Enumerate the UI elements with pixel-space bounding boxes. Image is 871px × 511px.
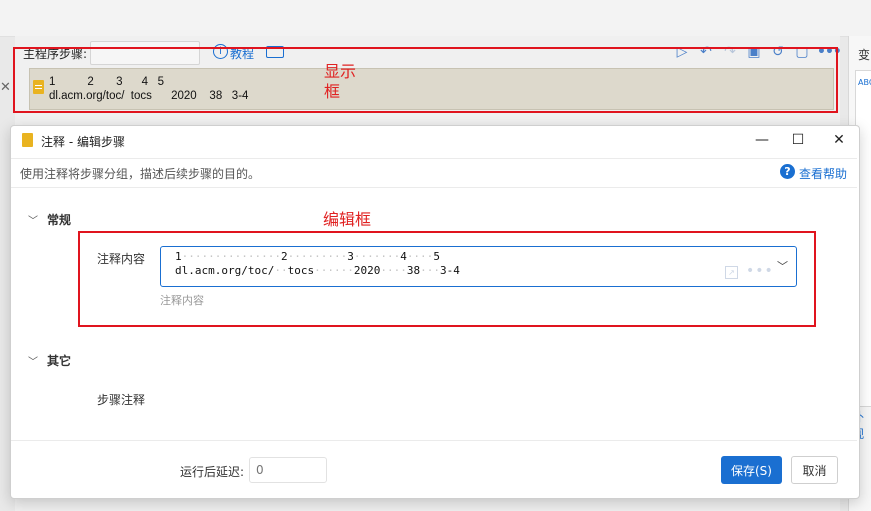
top-strip — [0, 0, 871, 37]
close-icon[interactable]: ✕ — [0, 80, 11, 95]
chevron-down-icon[interactable]: ﹀ — [28, 353, 38, 368]
dialog-description: 使用注释将步骤分组，描述后续步骤的目的。 — [20, 167, 261, 181]
dialog-title: 注释 - 编辑步骤 — [41, 135, 125, 149]
cancel-button[interactable]: 取消 — [791, 456, 838, 484]
dialog-document-icon — [22, 133, 33, 147]
maximize-button[interactable]: ☐ — [789, 131, 807, 149]
save-button[interactable]: 保存(S) — [721, 456, 782, 484]
edit-annotation-label: 编辑框 — [323, 210, 372, 229]
right-panel-abc: ABC — [858, 78, 871, 87]
delay-label: 运行后延迟: — [180, 465, 245, 479]
display-annotation-label: 显示 框 — [324, 62, 356, 102]
display-annotation-box — [13, 47, 838, 113]
display-annotation-line1: 显示 — [324, 62, 357, 81]
section-other-title[interactable]: 其它 — [47, 352, 71, 369]
footer-divider — [11, 440, 857, 441]
section-general-title[interactable]: 常规 — [47, 211, 71, 228]
minimize-button[interactable]: — — [753, 131, 771, 149]
display-annotation-line2: 框 — [324, 82, 341, 101]
delay-input[interactable] — [249, 457, 327, 483]
chevron-down-icon[interactable]: ﹀ — [28, 212, 38, 227]
header-divider — [11, 158, 857, 159]
description-divider — [11, 187, 857, 188]
help-icon[interactable]: ? — [780, 164, 795, 179]
step-note-label: 步骤注释 — [97, 393, 146, 407]
dialog-close-button[interactable]: ✕ — [830, 131, 848, 149]
help-link[interactable]: 查看帮助 — [799, 165, 847, 182]
right-panel-title: 变 — [858, 48, 871, 62]
edit-annotation-box — [78, 231, 816, 327]
